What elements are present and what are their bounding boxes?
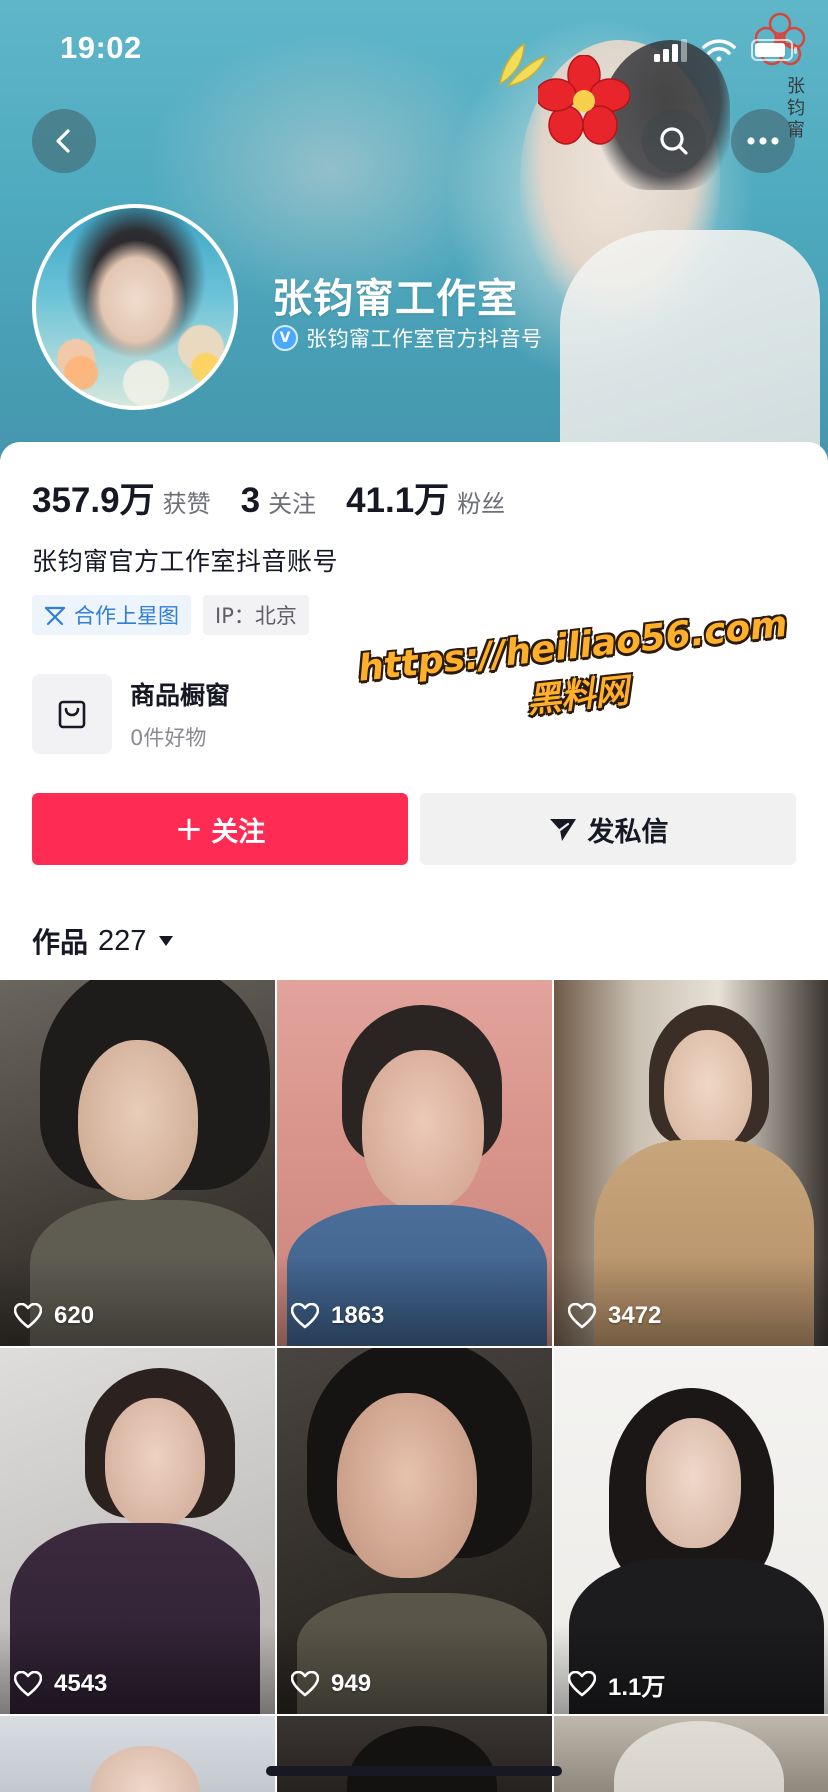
heart-icon	[568, 1303, 596, 1329]
like-count-value: 1.1万	[608, 1673, 666, 1701]
thumbnail-face	[362, 1050, 484, 1210]
bio-text: 张钧甯官方工作室抖音账号	[32, 547, 339, 576]
stat-following[interactable]: 3 关注	[241, 481, 316, 521]
caret-down-icon	[159, 936, 174, 946]
star-map-icon	[44, 606, 66, 626]
video-thumbnail[interactable]	[277, 1716, 552, 1792]
back-button[interactable]	[32, 109, 96, 173]
verified-row: V 张钧甯工作室官方抖音号	[272, 322, 543, 354]
like-count: 949	[291, 1668, 371, 1700]
like-count-value: 4543	[54, 1670, 108, 1697]
star-map-tag[interactable]: 合作上星图	[32, 595, 191, 635]
send-message-icon	[549, 819, 576, 841]
stat-likes-value: 357.9万	[32, 481, 155, 520]
signal-icon	[654, 39, 687, 62]
message-button-label: 发私信	[587, 816, 669, 848]
avatar[interactable]	[32, 204, 238, 410]
shop-subtitle: 0件好物	[130, 726, 207, 750]
video-thumbnail[interactable]: 949	[277, 1348, 552, 1714]
video-thumbnail[interactable]: 3472	[554, 980, 828, 1346]
stat-likes: 357.9万 获赞	[32, 472, 211, 523]
verified-text: 张钧甯工作室官方抖音号	[306, 327, 543, 351]
like-count: 620	[14, 1300, 94, 1332]
like-count-value: 620	[54, 1302, 95, 1329]
video-thumbnail[interactable]	[0, 1716, 275, 1792]
like-count: 3472	[568, 1300, 661, 1332]
thumbnail-face	[78, 1040, 198, 1200]
search-icon	[660, 127, 688, 155]
tags-row: 合作上星图 IP：北京	[32, 595, 321, 635]
thumbnail-face	[105, 1398, 205, 1528]
heart-icon	[14, 1303, 42, 1329]
message-button[interactable]: 发私信	[420, 793, 796, 865]
more-button[interactable]	[731, 109, 795, 173]
heart-icon	[291, 1303, 319, 1329]
shop-text: 商品橱窗 0件好物	[130, 676, 230, 752]
thumbnail-face	[646, 1418, 741, 1548]
thumbnail-face	[337, 1393, 477, 1578]
video-thumbnail[interactable]: 1863	[277, 980, 552, 1346]
video-thumbnail[interactable]: 620	[0, 980, 275, 1346]
search-button[interactable]	[642, 109, 706, 173]
shop-icon-box	[32, 674, 112, 754]
plus-icon: +	[174, 809, 204, 849]
heart-icon	[291, 1671, 319, 1697]
chevron-left-icon	[56, 129, 70, 153]
stat-followers-label: 粉丝	[457, 490, 506, 518]
follow-button-label: 关注	[211, 816, 266, 848]
follow-button[interactable]: + 关注	[32, 793, 408, 865]
stat-following-label: 关注	[268, 490, 317, 518]
shopping-bag-icon	[58, 700, 86, 729]
stat-followers[interactable]: 41.1万 粉丝	[346, 472, 505, 523]
profile-page: 张钧甯 19:02 张钧甯工作室 V 张钧甯工作室官方抖音号 357.9万 获赞…	[0, 0, 828, 1792]
ip-location-tag: IP：北京	[203, 595, 309, 635]
thumbnail-hair	[614, 1721, 784, 1792]
watermark-overlay: https://heiliao56.com 黑料网	[336, 598, 817, 776]
stat-likes-label: 获赞	[162, 490, 211, 518]
avatar-bottles-decoration	[56, 338, 226, 406]
works-label: 作品	[32, 926, 89, 959]
heart-icon	[14, 1671, 42, 1697]
like-count: 1.1万	[568, 1668, 666, 1701]
banner-portrait-shirt	[560, 230, 820, 470]
stat-following-value: 3	[240, 481, 261, 520]
star-map-tag-label: 合作上星图	[74, 604, 179, 628]
ip-location-label: IP：北京	[215, 604, 297, 628]
stats-row: 357.9万 获赞 3 关注 41.1万 粉丝	[32, 472, 535, 522]
video-thumbnail[interactable]	[554, 1716, 828, 1792]
status-time: 19:02	[60, 30, 142, 65]
profile-name: 张钧甯工作室	[272, 276, 518, 322]
status-icons	[654, 39, 797, 62]
works-count: 227	[98, 924, 147, 957]
like-count: 1863	[291, 1300, 384, 1332]
stat-followers-value: 41.1万	[346, 481, 450, 520]
video-thumbnail[interactable]: 1.1万	[554, 1348, 828, 1714]
video-thumbnail[interactable]: 4543	[0, 1348, 275, 1714]
action-buttons: + 关注 发私信	[32, 793, 796, 865]
thumbnail-face	[664, 1030, 752, 1150]
more-dots-icon	[747, 137, 779, 145]
like-count: 4543	[14, 1668, 107, 1700]
home-indicator[interactable]	[266, 1766, 562, 1776]
heart-icon	[568, 1671, 596, 1697]
like-count-value: 949	[331, 1670, 372, 1697]
verified-badge-icon: V	[272, 325, 298, 351]
battery-icon	[751, 39, 797, 61]
video-grid: 620 1863 3472 4543 949 1.1万	[0, 980, 828, 1792]
status-bar: 19:02	[0, 0, 828, 96]
thumbnail-face	[90, 1746, 200, 1792]
works-tab[interactable]: 作品 227	[32, 920, 174, 962]
wifi-icon	[702, 39, 736, 62]
thumbnail-hair	[347, 1726, 497, 1792]
shop-title: 商品橱窗	[130, 681, 231, 710]
like-count-value: 1863	[331, 1302, 385, 1329]
like-count-value: 3472	[608, 1302, 662, 1329]
